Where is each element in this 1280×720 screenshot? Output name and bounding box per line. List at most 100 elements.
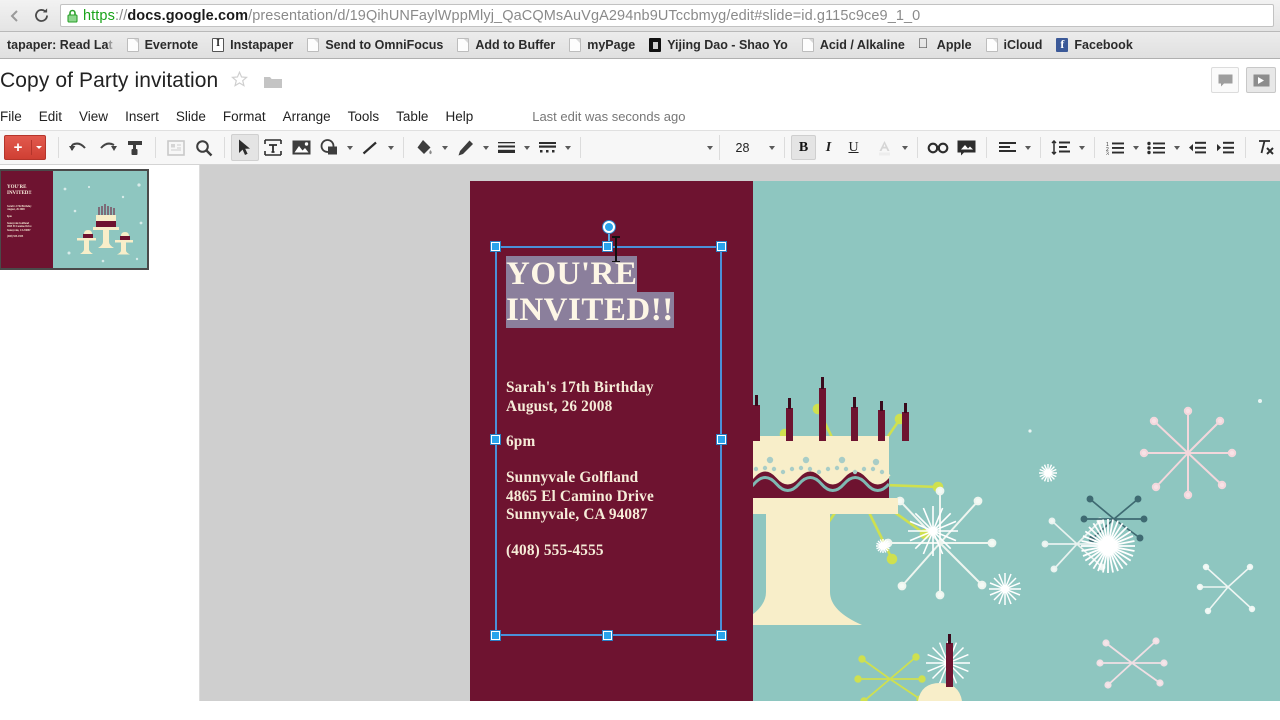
slide-thumbnail[interactable]: YOU'REINVITED!! Sarah's 17th BirthdayAug… (0, 169, 149, 270)
new-slide-button[interactable]: + (4, 135, 46, 160)
menu-edit[interactable]: Edit (39, 107, 73, 127)
line-spacing-icon[interactable] (1047, 134, 1075, 161)
bookmark-item[interactable]: myPage (562, 35, 642, 56)
slide-editing-surface[interactable]: YOU'RE INVITED!! Sarah's 17th BirthdayAu… (470, 181, 1280, 701)
comment-add-icon[interactable] (952, 134, 980, 161)
font-family-select[interactable] (587, 135, 719, 160)
line-dropdown-caret[interactable] (384, 134, 397, 161)
workspace: YOU'REINVITED!! Sarah's 17th BirthdayAug… (0, 165, 1280, 701)
bookmark-label: Facebook (1074, 39, 1132, 52)
fill-color-icon[interactable] (410, 134, 438, 161)
menu-slide[interactable]: Slide (176, 107, 217, 127)
menu-format[interactable]: Format (223, 107, 277, 127)
line-dash-icon[interactable] (533, 134, 561, 161)
line-icon[interactable] (356, 134, 384, 161)
menu-bar: File Edit View Insert Slide Format Arrange Tool… (0, 103, 1280, 130)
menu-file[interactable]: File (0, 107, 33, 127)
page-title[interactable]: Copy of Party invitation (0, 59, 218, 103)
link-icon[interactable] (924, 134, 952, 161)
bulleted-list-dropdown-caret[interactable] (1170, 134, 1183, 161)
present-play-icon[interactable] (1246, 67, 1276, 93)
bookmarks-bar: tapaper: Read LatEvernoteInstapaperSend … (0, 32, 1280, 59)
bulleted-list-icon[interactable] (1142, 134, 1170, 161)
invitation-title[interactable]: YOU'RE INVITED!! (506, 257, 674, 328)
toolbar-divider (917, 137, 918, 158)
clear-formatting-icon[interactable] (1252, 134, 1280, 161)
bookmark-label: Add to Buffer (475, 39, 555, 52)
header-actions (1211, 67, 1276, 93)
font-size-dropdown-caret[interactable] (765, 134, 778, 161)
menu-help[interactable]: Help (445, 107, 484, 127)
image-icon[interactable] (287, 134, 315, 161)
line-weight-icon[interactable] (492, 134, 520, 161)
bookmark-item[interactable]: Apple (912, 35, 979, 56)
slide-canvas[interactable]: YOU'RE INVITED!! Sarah's 17th BirthdayAu… (200, 165, 1280, 701)
font-family-dropdown-caret[interactable] (703, 134, 716, 161)
numbered-list-icon[interactable]: 123 (1101, 134, 1129, 161)
reload-icon[interactable] (26, 1, 56, 31)
shape-dropdown-caret[interactable] (343, 134, 356, 161)
address-bar[interactable]: https://docs.google.com/presentation/d/1… (60, 4, 1274, 27)
line-spacing-dropdown-caret[interactable] (1075, 134, 1088, 161)
bookmark-item[interactable]: Evernote (120, 35, 206, 56)
select-arrow-icon[interactable] (231, 134, 259, 161)
menu-view[interactable]: View (79, 107, 119, 127)
comment-icon[interactable] (1211, 67, 1239, 93)
bookmark-item[interactable]: iCloud (979, 35, 1050, 56)
invitation-title-line2: INVITED!! (506, 292, 674, 328)
bookmark-item[interactable]: Send to OmniFocus (300, 35, 450, 56)
back-arrow-icon[interactable] (4, 1, 26, 31)
line-dash-dropdown-caret[interactable] (561, 134, 574, 161)
numbered-list-dropdown-caret[interactable] (1129, 134, 1142, 161)
shape-icon[interactable] (315, 134, 343, 161)
menu-tools[interactable]: Tools (348, 107, 391, 127)
align-dropdown-caret[interactable] (1021, 134, 1034, 161)
star-icon[interactable] (231, 71, 248, 93)
fit-to-screen-icon[interactable] (162, 134, 190, 161)
line-color-dropdown-caret[interactable] (479, 134, 492, 161)
bookmark-item[interactable]: tapaper: Read Lat (0, 35, 120, 56)
paint-format-icon[interactable] (121, 134, 149, 161)
zoom-icon[interactable] (190, 134, 218, 161)
menu-table[interactable]: Table (396, 107, 439, 127)
decrease-indent-icon[interactable] (1183, 134, 1211, 161)
font-size-input[interactable]: 28 (719, 135, 765, 160)
invitation-body[interactable]: Sarah's 17th BirthdayAugust, 26 20086pmS… (506, 379, 654, 561)
underline-button[interactable]: U (841, 135, 866, 160)
bold-button[interactable]: B (791, 135, 816, 160)
doc-icon (802, 38, 814, 52)
invitation-paragraph: 6pm (506, 433, 654, 452)
bookmark-item[interactable]: Yijing Dao - Shao Yo (642, 35, 795, 56)
align-icon[interactable] (993, 134, 1021, 161)
new-slide-dropdown-caret[interactable] (32, 146, 45, 149)
doc-icon (569, 38, 581, 52)
filmstrip-slide-1[interactable]: YOU'REINVITED!! Sarah's 17th BirthdayAug… (0, 169, 151, 270)
redo-icon[interactable] (93, 134, 121, 161)
thumb-title: YOU'REINVITED!! (7, 185, 32, 197)
increase-indent-icon[interactable] (1211, 134, 1239, 161)
italic-button[interactable]: I (816, 135, 841, 160)
thumb-artwork (53, 171, 149, 270)
bookmark-item[interactable]: Acid / Alkaline (795, 35, 912, 56)
fill-color-dropdown-caret[interactable] (438, 134, 451, 161)
menu-arrange[interactable]: Arrange (283, 107, 342, 127)
text-color-icon[interactable] (870, 134, 898, 161)
invitation-line: Sunnyvale Golfland (506, 469, 654, 488)
bookmark-item[interactable]: Facebook (1049, 35, 1139, 56)
bookmark-item[interactable]: Add to Buffer (450, 35, 562, 56)
line-color-icon[interactable] (451, 134, 479, 161)
toolbar-divider (1245, 137, 1246, 158)
toolbar-divider (403, 137, 404, 158)
bookmark-item[interactable]: Instapaper (205, 35, 300, 56)
menu-insert[interactable]: Insert (125, 107, 170, 127)
folder-icon[interactable] (264, 75, 282, 94)
doc-icon (986, 38, 998, 52)
line-weight-dropdown-caret[interactable] (520, 134, 533, 161)
doc-icon (457, 38, 469, 52)
text-color-dropdown-caret[interactable] (898, 134, 911, 161)
invitation-line: August, 26 2008 (506, 398, 654, 417)
textbox-icon[interactable] (259, 134, 287, 161)
undo-icon[interactable] (65, 134, 93, 161)
invitation-line: 4865 El Camino Drive (506, 488, 654, 507)
toolbar-divider (224, 137, 225, 158)
